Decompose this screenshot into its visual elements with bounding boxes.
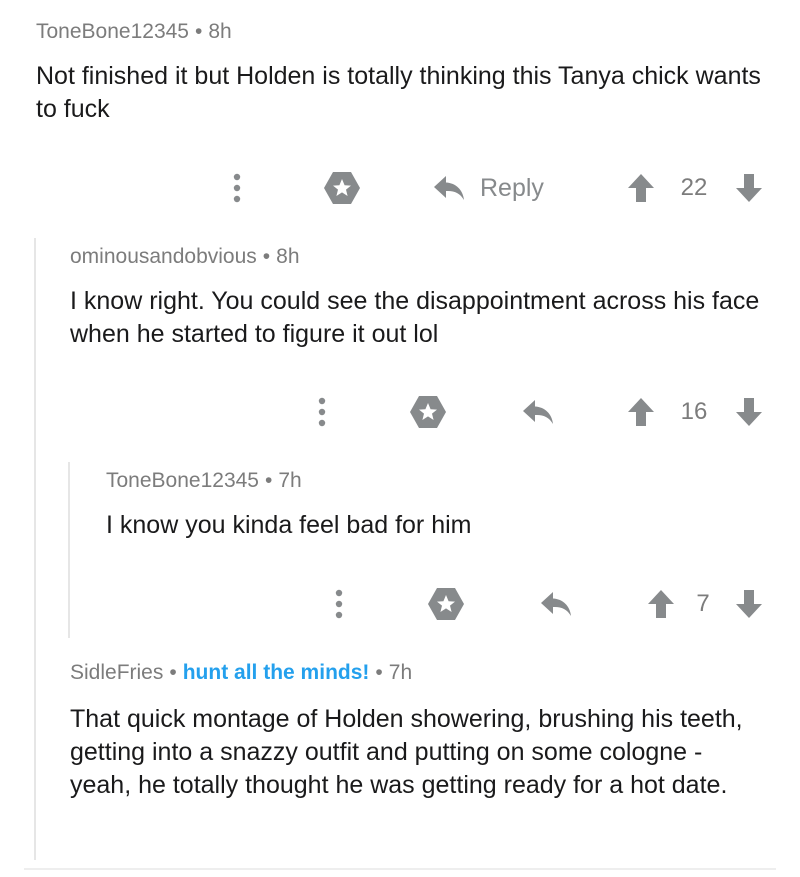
upvote-icon <box>628 174 654 202</box>
upvote-icon <box>628 398 654 426</box>
upvote-button[interactable] <box>644 584 678 624</box>
downvote-icon <box>736 590 762 618</box>
more-options-button[interactable] <box>222 168 252 208</box>
more-options-button[interactable] <box>307 392 337 432</box>
comment-meta: SidleFries • hunt all the minds! • 7h <box>70 661 770 685</box>
separator: • <box>375 661 383 684</box>
upvote-button[interactable] <box>624 392 658 432</box>
comment-body: That quick montage of Holden showering, … <box>70 705 743 799</box>
comment-meta: ToneBone12345 • 7h <box>106 469 766 493</box>
vote-score: 16 <box>680 398 708 425</box>
more-options-icon <box>335 589 343 619</box>
comment-author[interactable]: ToneBone12345 <box>36 20 189 43</box>
reply-button[interactable]: Reply <box>432 168 562 208</box>
comment-author[interactable]: ominousandobvious <box>70 245 257 268</box>
award-button[interactable] <box>406 392 450 432</box>
comment-1: ToneBone12345 • 8h Not finished it but Hol… <box>36 20 776 126</box>
comment-age: 8h <box>276 245 300 268</box>
comment-age: 7h <box>388 661 413 684</box>
reply-arrow-icon <box>541 592 571 616</box>
reply-button[interactable] <box>536 584 576 624</box>
comment-age: 7h <box>278 469 302 492</box>
more-options-icon <box>318 397 326 427</box>
thread-line-level-1[interactable] <box>34 238 36 860</box>
comment-body: Not finished it but Holden is totally th… <box>36 62 761 123</box>
more-options-icon <box>233 173 241 203</box>
comment-2: ominousandobvious • 8h I know right. You c… <box>70 245 770 351</box>
separator: • <box>169 661 177 684</box>
comment-body: I know you kinda feel bad for him <box>106 511 472 539</box>
separator: • <box>194 20 203 43</box>
award-icon <box>324 172 360 204</box>
user-flair: hunt all the minds! <box>182 661 370 684</box>
upvote-icon <box>648 590 674 618</box>
comment-meta: ToneBone12345 • 8h <box>36 20 776 44</box>
downvote-icon <box>736 174 762 202</box>
more-options-button[interactable] <box>324 584 354 624</box>
comment-meta: ominousandobvious • 8h <box>70 245 770 269</box>
comment-2-actions: 16 <box>0 392 800 432</box>
reply-button[interactable] <box>518 392 558 432</box>
downvote-button[interactable] <box>732 392 766 432</box>
award-button[interactable] <box>424 584 468 624</box>
comment-3-actions: 7 <box>0 584 800 624</box>
vote-score: 22 <box>680 174 708 201</box>
upvote-button[interactable] <box>624 168 658 208</box>
vote-score: 7 <box>696 590 710 617</box>
separator: • <box>262 245 271 268</box>
comment-1-actions: Reply 22 <box>0 168 800 208</box>
comment-4: SidleFries • hunt all the minds! • 7h That q… <box>70 661 770 802</box>
award-icon <box>428 588 464 620</box>
comment-3: ToneBone12345 • 7h I know you kinda feel b… <box>106 469 766 542</box>
comment-author[interactable]: ToneBone12345 <box>106 469 259 492</box>
award-icon <box>410 396 446 428</box>
reply-arrow-icon <box>434 176 464 200</box>
comment-body: I know right. You could see the disappoi… <box>70 287 760 348</box>
separator: • <box>264 469 273 492</box>
reply-label: Reply <box>480 173 544 202</box>
comment-author[interactable]: SidleFries <box>70 661 163 684</box>
downvote-button[interactable] <box>732 168 766 208</box>
reply-arrow-icon <box>523 400 553 424</box>
downvote-button[interactable] <box>732 584 766 624</box>
bottom-divider <box>24 868 776 870</box>
comment-age: 8h <box>208 20 232 43</box>
award-button[interactable] <box>320 168 364 208</box>
downvote-icon <box>736 398 762 426</box>
